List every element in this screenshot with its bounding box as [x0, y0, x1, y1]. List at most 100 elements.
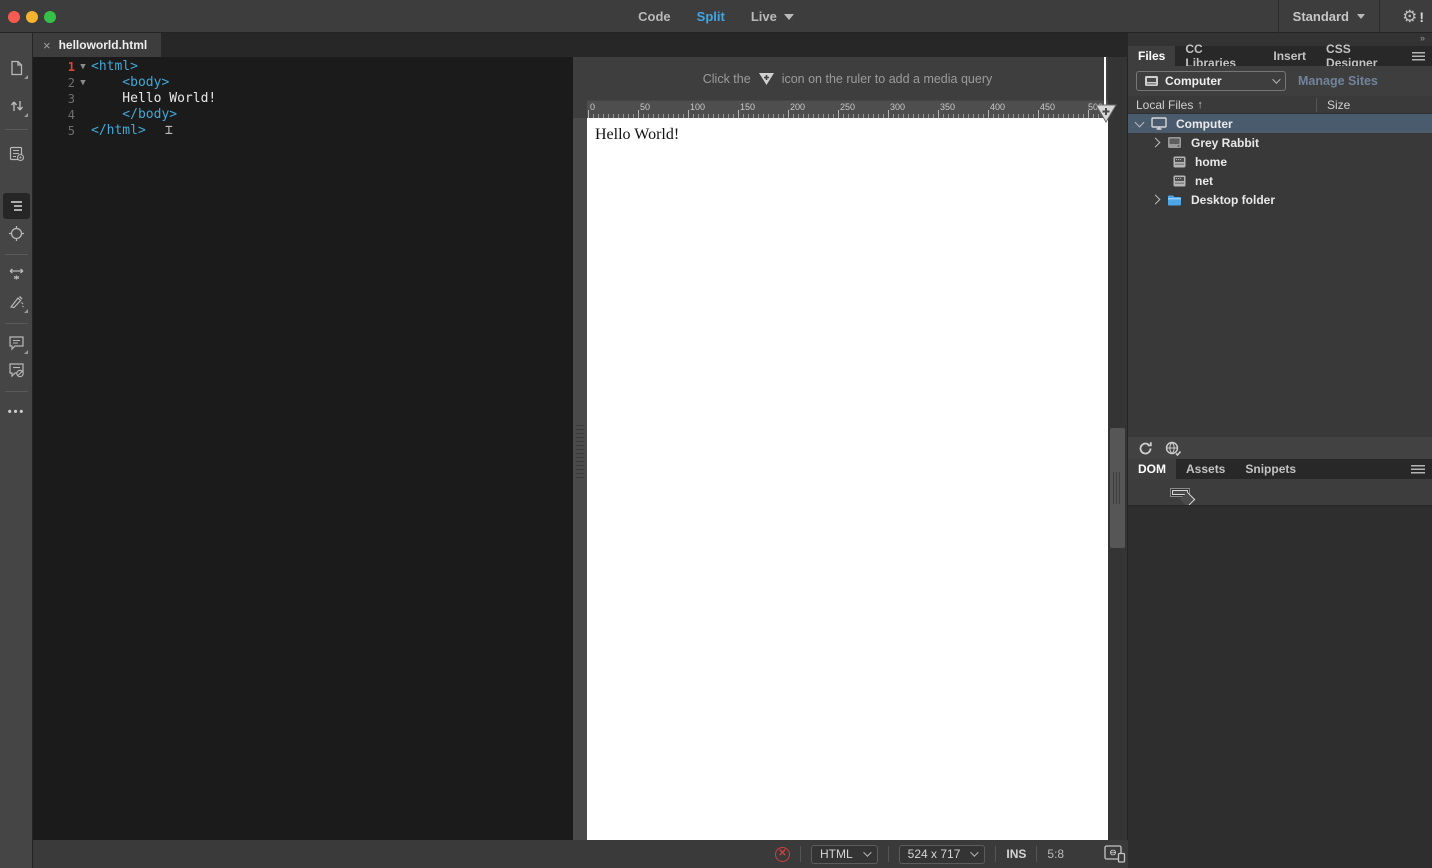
file-list-column-header: Local Files ↑ Size [1128, 96, 1432, 114]
code-line[interactable]: 2 ▼ <body> [33, 75, 573, 91]
dreamweaver-window: Code Split Live Standard ⚙ ! ••• × hello… [0, 0, 1432, 868]
hard-drive-icon [1167, 136, 1182, 149]
line-number: 3 [67, 92, 75, 106]
dom-node-html[interactable] [1172, 489, 1188, 495]
tab-filename: helloworld.html [58, 38, 148, 52]
code-editor[interactable]: 1 ▼ <html> 2 ▼ <body> 3 Hello World! 4 <… [33, 57, 573, 840]
tab-css-designer[interactable]: CSS Designer [1316, 42, 1412, 70]
open-documents-icon[interactable] [3, 55, 30, 81]
sync-settings-button[interactable]: ⚙ ! [1402, 0, 1424, 33]
media-query-add-icon [758, 72, 774, 85]
live-view-dropdown-icon[interactable] [783, 13, 794, 20]
statusbar-separator [1036, 846, 1038, 862]
document-tab[interactable]: × helloworld.html [33, 33, 162, 57]
local-files-tree: Computer Grey Rabbit home Desktop fold [1128, 114, 1432, 437]
rendered-page[interactable]: Hello World! [587, 118, 1108, 840]
apply-comment-icon[interactable] [3, 330, 30, 356]
panel-dock: » Files CC Libraries Insert CSS Designer… [1128, 33, 1432, 868]
tab-assets[interactable]: Assets [1176, 459, 1235, 479]
files-panel-toolbar [1128, 437, 1432, 459]
code-line[interactable]: 5 </html> [33, 123, 573, 139]
size-column[interactable]: Size [1317, 98, 1432, 112]
tree-item-net[interactable]: Desktop folder net [1128, 171, 1432, 190]
panel-menu-icon[interactable] [1411, 51, 1426, 61]
app-toolbar: Code Split Live Standard ⚙ ! [0, 0, 1432, 33]
workspace-dropdown-icon [1357, 14, 1365, 19]
insert-mode-indicator: INS [1006, 847, 1027, 861]
tab-close-icon[interactable]: × [43, 38, 51, 53]
chevron-collapsed-icon[interactable] [1150, 194, 1161, 205]
wrap-tag-icon[interactable] [3, 261, 30, 287]
statusbar-separator [887, 846, 889, 862]
panel-tab-bar: Files CC Libraries Insert CSS Designer [1128, 42, 1432, 70]
viewport-size-select[interactable]: 524 x 717 [898, 844, 986, 864]
tab-cc-libraries[interactable]: CC Libraries [1175, 42, 1263, 70]
statusbar-separator [800, 846, 801, 862]
tree-item-grey-rabbit[interactable]: Grey Rabbit [1128, 133, 1432, 152]
line-number: 5 [67, 124, 75, 138]
live-view-scrollbar[interactable] [1108, 57, 1128, 840]
doctype-select[interactable]: HTML [811, 844, 878, 864]
chevron-expanded-icon[interactable] [1134, 117, 1145, 127]
code-line[interactable]: 1 ▼ <html> [33, 59, 573, 75]
local-files-column[interactable]: Local Files [1136, 98, 1193, 112]
split-view-button[interactable]: Split [697, 9, 725, 24]
tree-item-label: Grey Rabbit [1191, 135, 1260, 150]
tree-item-label: home [1195, 154, 1228, 169]
format-source-code-icon[interactable] [3, 193, 30, 219]
manage-sites-link[interactable]: Manage Sites [1298, 74, 1378, 88]
view-mode-switcher: Code Split Live [0, 0, 1432, 33]
tree-item-home[interactable]: home [1128, 152, 1432, 171]
remove-comment-icon[interactable] [3, 357, 30, 383]
computer-icon [1151, 117, 1167, 130]
chevron-down-icon [1272, 75, 1281, 84]
alert-mark: ! [1419, 8, 1424, 25]
live-view-options-icon[interactable] [3, 141, 30, 167]
tab-files[interactable]: Files [1128, 46, 1176, 66]
split-view-divider[interactable] [573, 57, 587, 840]
tree-item-desktop-folder[interactable]: Desktop folder [1128, 190, 1432, 209]
workspace-switcher[interactable]: Standard [1277, 0, 1380, 33]
site-select[interactable]: Computer [1136, 71, 1286, 91]
tree-item-label: Computer [1176, 116, 1233, 131]
panel-empty-area [1128, 505, 1432, 868]
code-line[interactable]: 3 Hello World! [33, 91, 573, 107]
customize-toolbar-icon[interactable]: ••• [3, 399, 30, 425]
tab-dom[interactable]: DOM [1128, 459, 1176, 479]
tree-item-label: Desktop folder [1191, 192, 1276, 207]
toolbar-separator [5, 129, 28, 130]
code-line[interactable]: 4 </body> [33, 107, 573, 123]
folder-icon [1167, 194, 1182, 206]
chevron-collapsed-icon[interactable] [1150, 137, 1161, 148]
dom-tree [1128, 479, 1432, 505]
panel-menu-icon[interactable] [1411, 464, 1425, 474]
text-cursor-icon: ⌶ [165, 123, 173, 138]
file-management-icon[interactable] [3, 93, 30, 119]
scrollbar-thumb[interactable] [1110, 428, 1125, 548]
media-query-hint-bar: Click the icon on the ruler to add a med… [587, 57, 1108, 100]
toolbar-separator [5, 254, 28, 255]
tree-item-computer[interactable]: Computer [1128, 114, 1432, 133]
inspect-mode-icon[interactable] [3, 220, 30, 246]
lint-error-icon[interactable]: ✕ [775, 846, 790, 862]
live-view-button[interactable]: Live [751, 9, 794, 24]
flyout-indicator [24, 113, 28, 117]
fold-arrow-icon[interactable]: ▼ [75, 59, 91, 75]
code-formatting-icon[interactable] [3, 289, 30, 315]
flyout-indicator [24, 309, 28, 313]
toolbar-separator [5, 323, 28, 324]
tab-snippets[interactable]: Snippets [1235, 459, 1306, 479]
gear-icon: ⚙ [1402, 7, 1418, 26]
statusbar-separator [995, 846, 997, 862]
device-preview-icon[interactable] [1104, 845, 1126, 863]
fold-arrow-icon[interactable]: ▼ [75, 75, 91, 91]
status-bar: ✕ HTML 524 x 717 INS 5:8 [33, 840, 1128, 868]
add-media-query-button[interactable] [1095, 104, 1117, 123]
code-view-button[interactable]: Code [638, 9, 671, 24]
scrollbar-grip [1113, 472, 1122, 504]
line-number: 1 [67, 60, 75, 74]
connect-server-icon[interactable] [1165, 441, 1182, 456]
refresh-icon[interactable] [1138, 441, 1153, 456]
network-drive-icon [1173, 156, 1186, 168]
tab-insert[interactable]: Insert [1263, 46, 1316, 66]
